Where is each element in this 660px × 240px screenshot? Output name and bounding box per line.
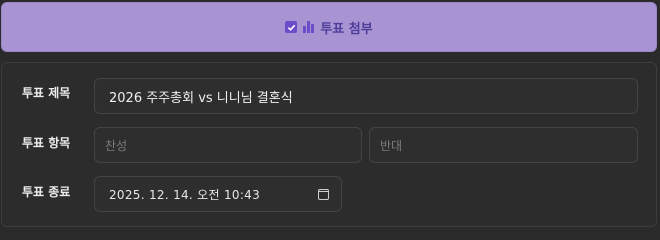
vote-end-value: 2025. 12. 14. 오전 10:43: [109, 187, 261, 202]
calendar-icon[interactable]: [318, 188, 329, 200]
vote-form-panel: 투표 제목 2026 주주총회 vs 니니님 결혼식 투표 항목 찬성 반대 투…: [1, 62, 657, 227]
vote-title-input[interactable]: 2026 주주총회 vs 니니님 결혼식: [94, 78, 638, 114]
vote-end-label: 투표 종료: [22, 185, 71, 199]
vote-title-value: 2026 주주총회 vs 니니님 결혼식: [109, 90, 293, 106]
attach-vote-button[interactable]: 투표 첨부: [1, 2, 657, 52]
vote-option-2-placeholder: 반대: [380, 138, 403, 153]
bar-chart-icon: [303, 21, 315, 33]
attach-vote-label: 투표 첨부: [320, 21, 373, 37]
vote-options-label: 투표 항목: [22, 136, 71, 150]
vote-title-label: 투표 제목: [22, 86, 71, 100]
vote-option-input-2[interactable]: 반대: [369, 127, 638, 163]
vote-end-datetime-input[interactable]: 2025. 12. 14. 오전 10:43: [94, 176, 342, 212]
vote-option-1-placeholder: 찬성: [105, 138, 128, 153]
checkbox-checked-icon[interactable]: [285, 21, 298, 33]
vote-option-input-1[interactable]: 찬성: [94, 127, 362, 163]
